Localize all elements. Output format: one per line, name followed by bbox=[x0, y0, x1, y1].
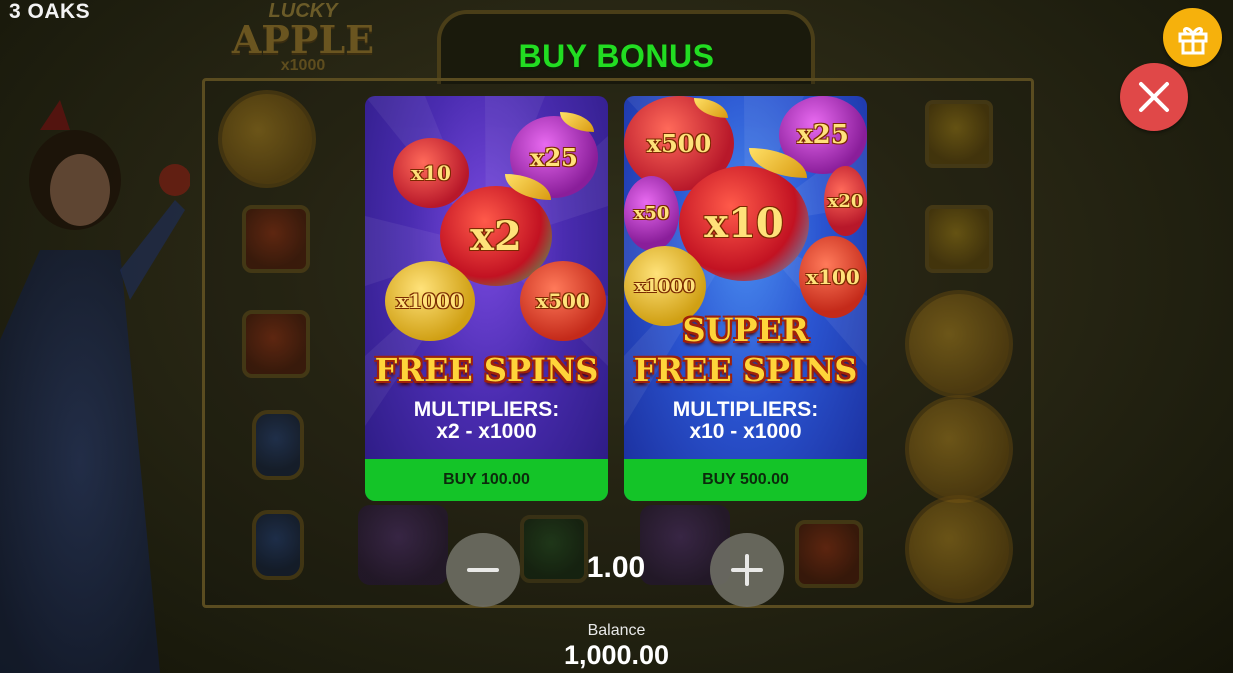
red-gem-symbol bbox=[795, 520, 863, 588]
free-spins-card[interactable]: x10 x25 x2 x1000 x500 FREE SPINS MULTIPL… bbox=[365, 96, 608, 501]
apple-x100: x100 bbox=[799, 236, 867, 318]
blue-gem-symbol bbox=[252, 510, 304, 580]
super-free-spins-card[interactable]: x500 x25 x50 x10 x20 x1000 x100 SUPER FR… bbox=[624, 96, 867, 501]
multipliers-range: x2 - x1000 bbox=[436, 420, 537, 443]
free-spins-name: FREE SPINS bbox=[374, 351, 599, 389]
coin-symbol bbox=[905, 495, 1013, 603]
increase-stake-button[interactable] bbox=[710, 533, 784, 607]
brand-label: 3 OAKS bbox=[9, 0, 91, 23]
coin-symbol bbox=[905, 395, 1013, 503]
coin-symbol bbox=[218, 90, 316, 188]
blue-gem-symbol bbox=[252, 410, 304, 480]
super-free-spins-name: FREE SPINS bbox=[633, 351, 858, 389]
multipliers-label: MULTIPLIERS: x2 - x1000 bbox=[365, 399, 608, 443]
buy-super-free-spins-button[interactable]: BUY 500.00 bbox=[624, 459, 867, 501]
buy-free-spins-button[interactable]: BUY 100.00 bbox=[365, 459, 608, 501]
stake-value: 1.00 bbox=[586, 551, 646, 584]
princess-character bbox=[0, 100, 190, 673]
close-icon bbox=[1139, 82, 1169, 112]
multipliers-label: MULTIPLIERS: x10 - x1000 bbox=[624, 399, 867, 443]
balance-value: 1,000.00 bbox=[563, 640, 670, 670]
plus-icon bbox=[731, 554, 763, 586]
decrease-stake-button[interactable] bbox=[446, 533, 520, 607]
apple-x20: x20 bbox=[824, 166, 867, 236]
red-gem-symbol bbox=[242, 310, 310, 378]
buy-bonus-title: BUY BONUS bbox=[518, 38, 715, 74]
yellow-gem-symbol bbox=[925, 100, 993, 168]
deer-symbol bbox=[358, 505, 448, 585]
apple-x50: x50 bbox=[624, 176, 679, 251]
balance-label: Balance bbox=[587, 622, 646, 639]
apple-x500: x500 bbox=[520, 261, 606, 341]
coin-symbol bbox=[905, 290, 1013, 398]
super-label: SUPER bbox=[682, 311, 809, 349]
minus-icon bbox=[467, 568, 499, 572]
multipliers-range: x10 - x1000 bbox=[689, 420, 802, 443]
red-gem-symbol bbox=[242, 205, 310, 273]
apple-x1000: x1000 bbox=[385, 261, 475, 341]
yellow-gem-symbol bbox=[925, 205, 993, 273]
